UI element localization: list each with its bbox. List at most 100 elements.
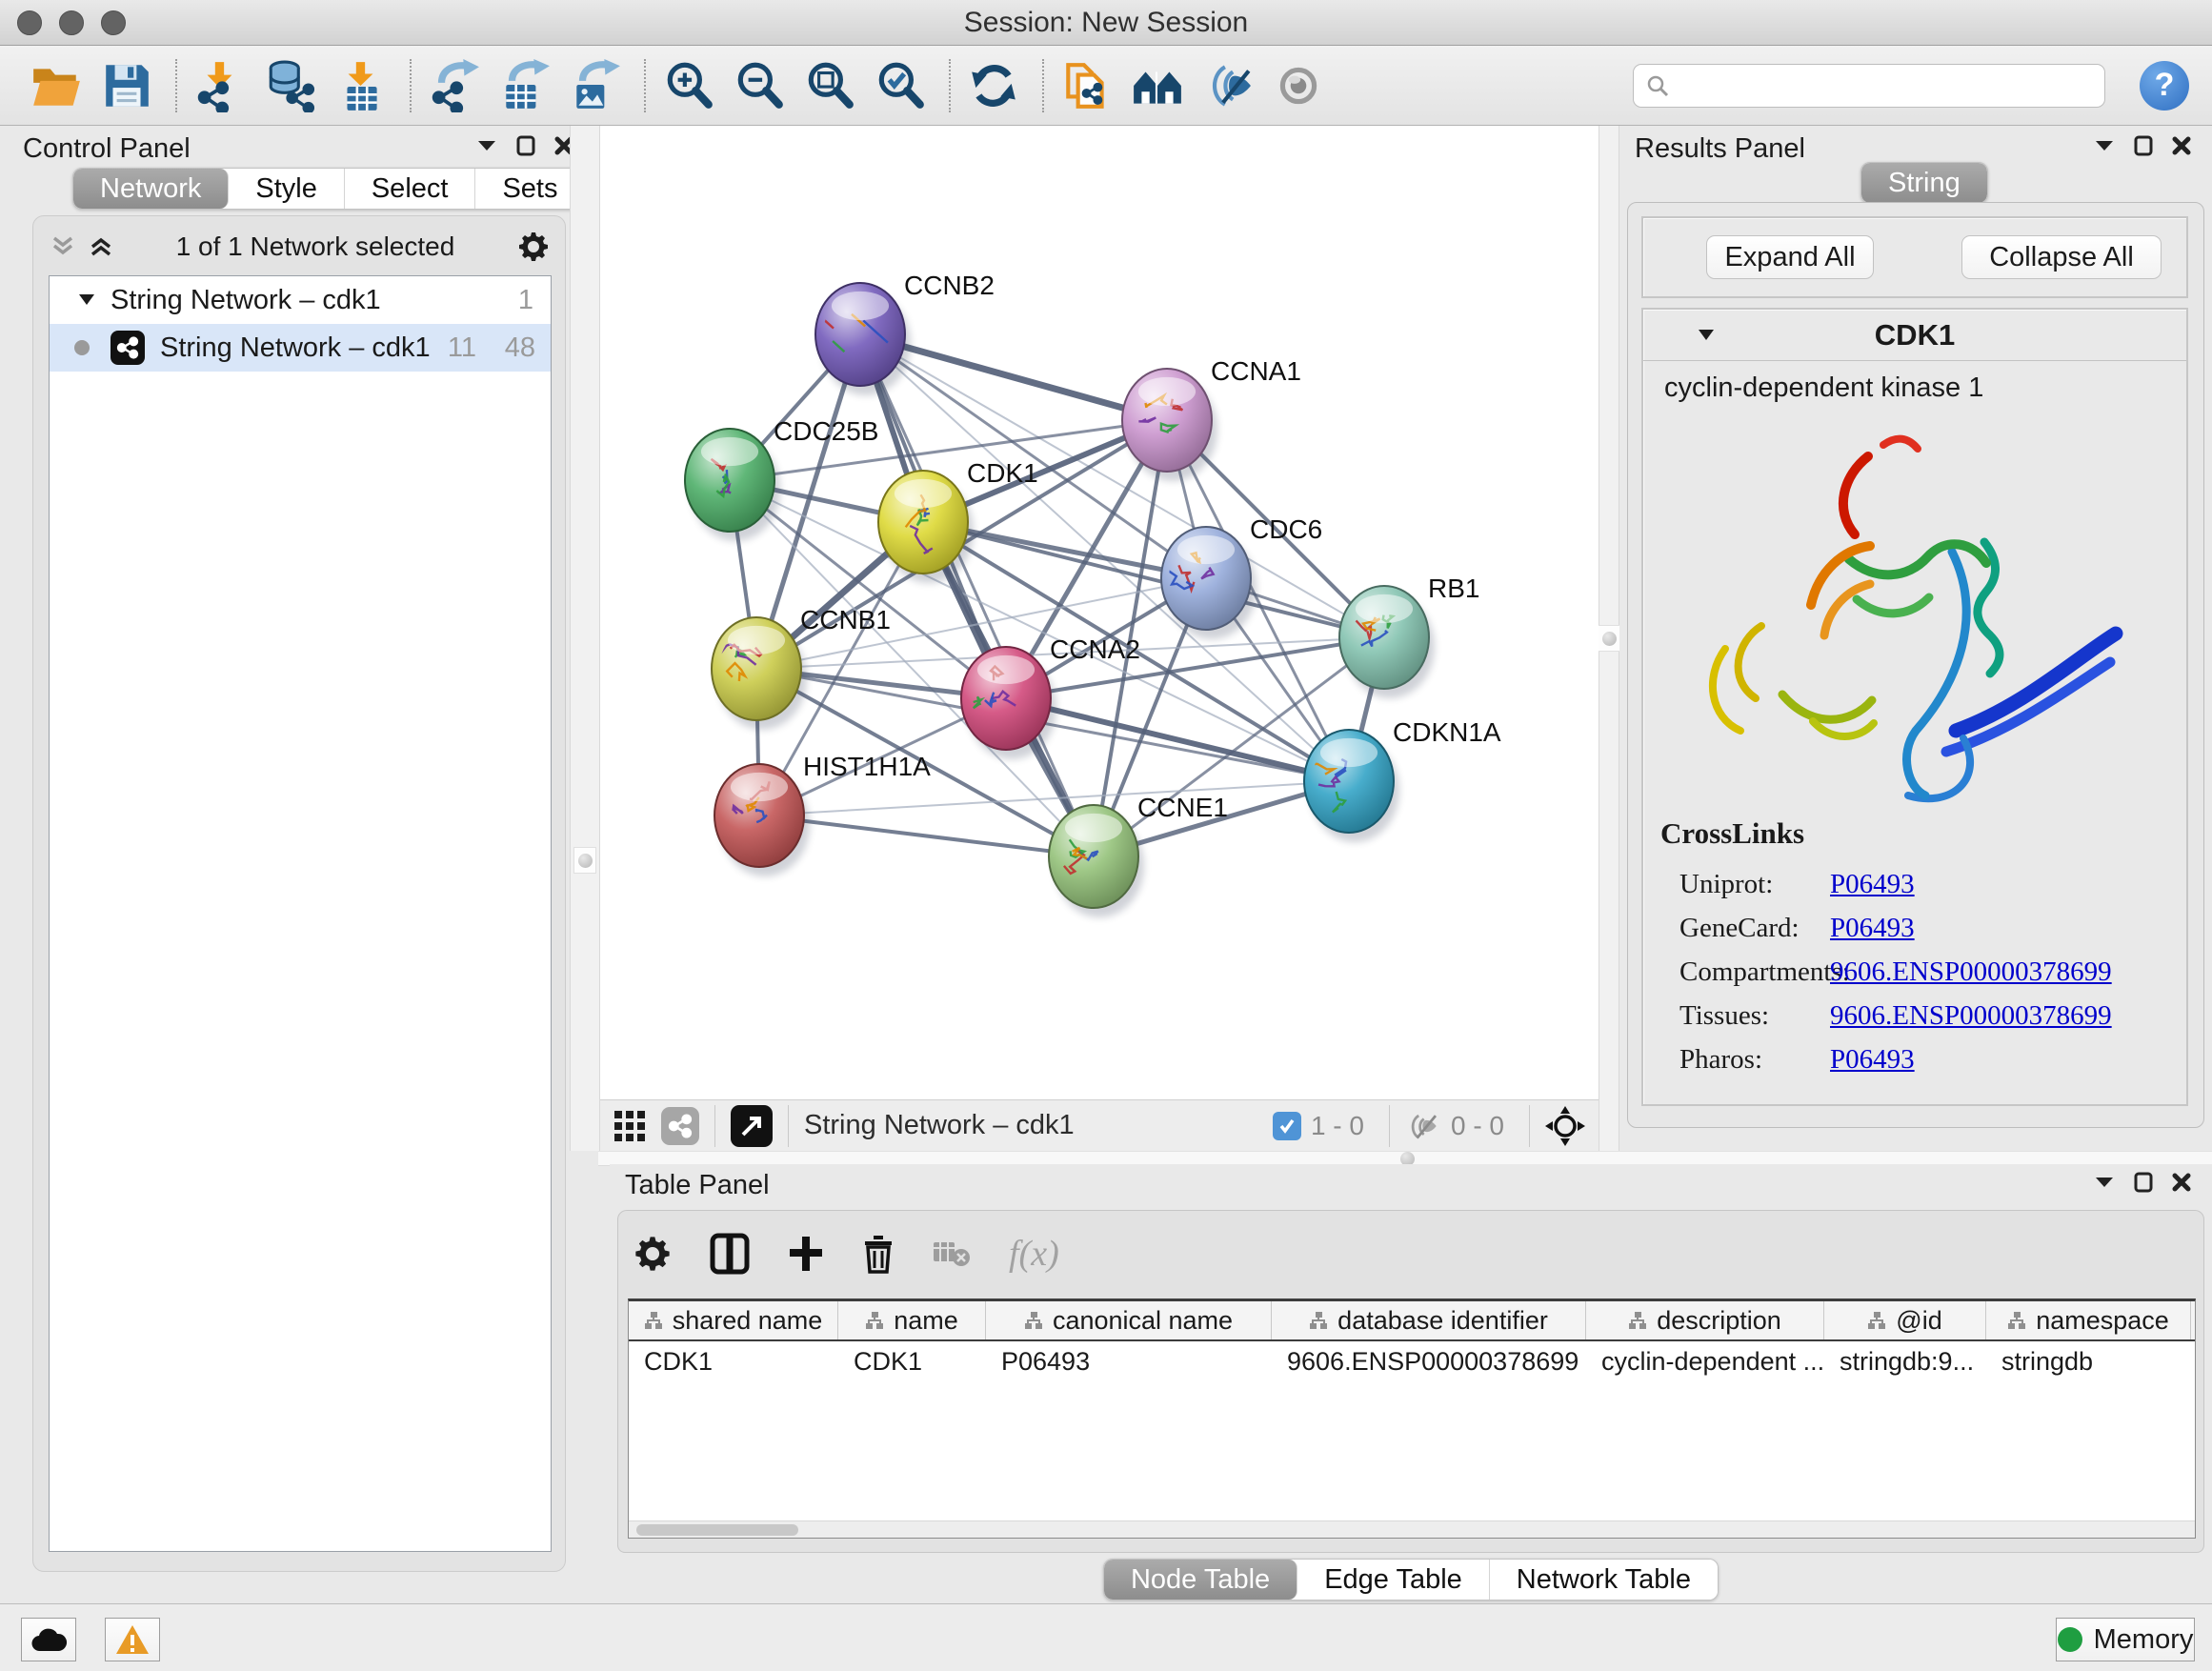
selected-checkbox-icon[interactable] (1273, 1112, 1301, 1140)
export-image-icon[interactable] (568, 58, 623, 113)
crosslink-value-link[interactable]: P06493 (1830, 1044, 1915, 1076)
crosslink-row: Pharos:P06493 (1660, 1037, 2175, 1081)
show-columns-icon[interactable] (710, 1233, 750, 1275)
panel-menu-icon[interactable] (2094, 139, 2115, 152)
panel-float-icon[interactable] (2134, 1172, 2153, 1193)
network-collection-label: String Network – cdk1 (111, 285, 381, 316)
network-collection-row[interactable]: String Network – cdk1 1 (50, 276, 551, 324)
import-table-from-file-icon[interactable] (333, 58, 389, 113)
network-icon (111, 331, 145, 365)
clone-network-icon[interactable] (1059, 58, 1115, 113)
crosslink-value-link[interactable]: P06493 (1830, 913, 1915, 944)
home-panels-icon[interactable] (1130, 58, 1185, 113)
network-row-selected[interactable]: String Network – cdk1 11 48 (50, 324, 551, 372)
column-header-@id[interactable]: @id (1824, 1301, 1986, 1339)
detach-view-icon[interactable] (731, 1105, 773, 1147)
scrollbar-thumb[interactable] (636, 1524, 798, 1536)
panel-close-icon[interactable] (2172, 1173, 2191, 1192)
table-cell[interactable]: cyclin-dependent ... (1586, 1347, 1824, 1377)
panel-float-icon[interactable] (516, 135, 535, 156)
tab-sets[interactable]: Sets (475, 169, 584, 209)
tab-string[interactable]: String (1861, 163, 1987, 203)
collapse-all-icon[interactable] (50, 234, 75, 259)
left-splitter-handle[interactable] (573, 847, 596, 874)
crosslink-value-link[interactable]: 9606.ENSP00000378699 (1830, 956, 2112, 988)
gene-entry-box: CDK1 cyclin-dependent kinase 1 (1641, 308, 2188, 1106)
node-label-rb1: RB1 (1428, 574, 1479, 603)
column-header-database-identifier[interactable]: database identifier (1272, 1301, 1586, 1339)
network-share-icon[interactable] (661, 1107, 699, 1145)
warnings-button[interactable] (105, 1618, 160, 1661)
crosslink-value-link[interactable]: 9606.ENSP00000378699 (1830, 1000, 2112, 1032)
table-cell[interactable]: CDK1 (838, 1347, 986, 1377)
node-label-cdc6: CDC6 (1250, 514, 1322, 544)
table-row[interactable]: CDK1CDK1P064939606.ENSP00000378699cyclin… (629, 1341, 2195, 1381)
status-bar: Memory (0, 1603, 2212, 1671)
table-cell[interactable]: 9606.ENSP00000378699 (1272, 1347, 1586, 1377)
tab-select[interactable]: Select (345, 169, 476, 209)
help-icon[interactable]: ? (2140, 61, 2189, 111)
tree-expand-icon[interactable] (78, 293, 95, 307)
panel-float-icon[interactable] (2134, 135, 2153, 156)
birdseye-grid-icon[interactable] (613, 1110, 646, 1142)
network-collection-count: 1 (518, 285, 533, 316)
tab-node-table[interactable]: Node Table (1104, 1560, 1297, 1600)
expand-all-button[interactable]: Expand All (1706, 235, 1874, 279)
node-table[interactable]: shared namenamecanonical namedatabase id… (628, 1299, 2196, 1539)
network-edge[interactable] (1006, 698, 1349, 781)
column-header-canonical-name[interactable]: canonical name (986, 1301, 1272, 1339)
panel-menu-icon[interactable] (2094, 1176, 2115, 1189)
zoom-selected-icon[interactable] (873, 58, 928, 113)
import-network-from-file-icon[interactable] (192, 58, 248, 113)
crosslink-value-link[interactable]: P06493 (1830, 869, 1915, 900)
table-cell[interactable]: P06493 (986, 1347, 1272, 1377)
panel-menu-icon[interactable] (476, 139, 497, 152)
table-cell[interactable]: stringdb (1986, 1347, 2191, 1377)
tab-edge-table[interactable]: Edge Table (1297, 1560, 1490, 1600)
fit-content-icon[interactable] (802, 58, 857, 113)
right-splitter-handle[interactable] (1598, 625, 1620, 652)
column-header-name[interactable]: name (838, 1301, 986, 1339)
zoom-in-icon[interactable] (661, 58, 716, 113)
cloud-button[interactable] (21, 1618, 76, 1661)
left-splitter[interactable] (570, 126, 600, 1151)
tab-style[interactable]: Style (229, 169, 344, 209)
panel-close-icon[interactable] (2172, 136, 2191, 155)
table-cell[interactable]: stringdb:9... (1824, 1347, 1986, 1377)
gene-entry-header[interactable]: CDK1 (1643, 310, 2186, 361)
export-network-icon[interactable] (427, 58, 482, 113)
right-splitter[interactable] (1599, 126, 1619, 1151)
export-table-icon[interactable] (497, 58, 553, 113)
zoom-out-icon[interactable] (732, 58, 787, 113)
import-network-from-database-icon[interactable] (263, 58, 318, 113)
save-session-icon[interactable] (99, 58, 154, 113)
hide-panels-icon[interactable] (1200, 58, 1256, 113)
network-canvas[interactable]: CCNB2CCNA1CDC25BCDK1CDC6RB1CCNB1CCNA2CDK… (600, 126, 1599, 1099)
network-options-gear-icon[interactable] (517, 231, 550, 263)
refresh-view-icon[interactable] (966, 58, 1021, 113)
table-cell[interactable]: CDK1 (629, 1347, 838, 1377)
crosshair-icon[interactable] (1545, 1106, 1585, 1146)
search-input[interactable] (1633, 64, 2105, 108)
open-session-icon[interactable] (29, 58, 84, 113)
table-horizontal-scrollbar[interactable] (629, 1520, 2195, 1538)
node-label-hist1h1a: HIST1H1A (803, 752, 931, 781)
column-header-shared-name[interactable]: shared name (629, 1301, 838, 1339)
tab-network-table[interactable]: Network Table (1490, 1560, 1718, 1600)
column-header-description[interactable]: description (1586, 1301, 1824, 1339)
memory-button[interactable]: Memory (2056, 1618, 2195, 1661)
collapse-all-button[interactable]: Collapse All (1961, 235, 2162, 279)
network-selection-row: 1 of 1 Network selected (33, 224, 565, 270)
delete-table-icon (933, 1238, 971, 1269)
table-options-gear-icon[interactable] (633, 1235, 672, 1273)
column-header-namespace[interactable]: namespace (1986, 1301, 2191, 1339)
show-view-icon[interactable] (1271, 58, 1326, 113)
tab-network[interactable]: Network (73, 169, 229, 209)
network-graph[interactable]: CCNB2CCNA1CDC25BCDK1CDC6RB1CCNB1CCNA2CDK… (600, 126, 1599, 1099)
add-column-icon[interactable] (788, 1235, 824, 1273)
delete-column-icon[interactable] (862, 1234, 895, 1274)
expand-all-icon[interactable] (89, 234, 113, 259)
table-type-tabs: Node TableEdge TableNetwork Table (1103, 1559, 1719, 1601)
collapse-entry-icon[interactable] (1697, 328, 1716, 342)
network-label: String Network – cdk1 (160, 332, 431, 364)
